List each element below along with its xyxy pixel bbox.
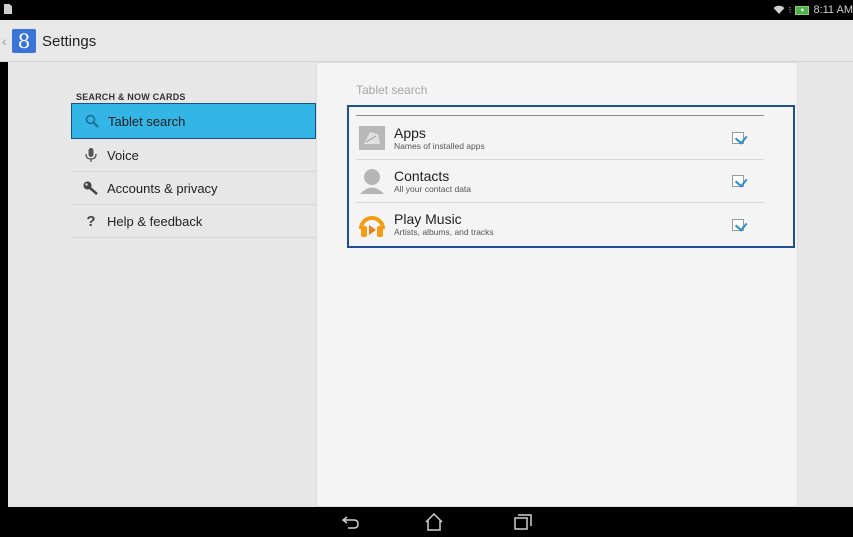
tablet-search-pane: Tablet search Apps Names of installed ap…	[316, 62, 798, 507]
status-bar: ⁝ 8:11 AM	[0, 0, 853, 20]
status-icons: ⁝ 8:11 AM	[773, 2, 853, 18]
recents-icon[interactable]	[511, 512, 535, 532]
source-description: Names of installed apps	[394, 140, 485, 151]
nav-item-label: Help & feedback	[107, 213, 203, 229]
play-music-icon	[359, 215, 385, 237]
action-bar: ‹ 8 Settings	[0, 20, 853, 62]
contacts-checkbox[interactable]	[732, 175, 744, 187]
source-name: Contacts	[394, 167, 450, 184]
settings-nav-list: Tablet search Voice Accounts & privacy ?…	[71, 103, 316, 238]
source-row-contacts[interactable]: Contacts All your contact data	[356, 160, 764, 203]
source-name: Play Music	[394, 211, 462, 227]
section-header: SEARCH & NOW CARDS	[76, 92, 186, 102]
pane-title: Tablet search	[356, 83, 428, 97]
microphone-icon	[81, 147, 101, 163]
search-icon	[82, 114, 102, 128]
source-name: Apps	[394, 124, 426, 141]
nav-item-accounts-privacy[interactable]: Accounts & privacy	[71, 172, 316, 205]
action-bar-title: Settings	[42, 33, 97, 50]
google-search-app-icon[interactable]: 8	[12, 29, 36, 53]
wifi-icon	[773, 5, 785, 14]
apps-checkbox[interactable]	[732, 132, 744, 144]
content-area: SEARCH & NOW CARDS Tablet search Voice A…	[8, 62, 853, 507]
nav-item-tablet-search[interactable]: Tablet search	[71, 103, 316, 139]
source-description: Artists, albums, and tracks	[394, 227, 494, 237]
source-row-play-music[interactable]: Play Music Artists, albums, and tracks	[356, 203, 764, 246]
nav-item-label: Tablet search	[108, 113, 186, 129]
contact-icon	[360, 169, 384, 194]
question-icon: ?	[86, 212, 96, 230]
divider	[356, 115, 764, 116]
clock: 8:11 AM	[813, 4, 853, 16]
search-sources-list: Apps Names of installed apps Contacts Al…	[347, 105, 795, 248]
nav-item-voice[interactable]: Voice	[71, 139, 316, 172]
home-icon[interactable]	[422, 512, 446, 532]
up-chevron-icon[interactable]: ‹	[2, 34, 10, 48]
play-music-checkbox[interactable]	[732, 218, 744, 231]
settings-headers-pane: SEARCH & NOW CARDS Tablet search Voice A…	[8, 62, 316, 507]
nav-item-label: Accounts & privacy	[107, 180, 218, 196]
sd-card-icon	[4, 4, 12, 14]
signal-dots-icon: ⁝	[788, 4, 792, 15]
source-description: All your contact data	[394, 183, 472, 194]
back-icon[interactable]	[339, 512, 363, 532]
nav-item-help-feedback[interactable]: ? Help & feedback	[71, 205, 316, 238]
source-row-apps[interactable]: Apps Names of installed apps	[356, 117, 764, 160]
nav-item-label: Voice	[107, 147, 139, 163]
battery-charging-icon	[795, 5, 810, 15]
apps-icon	[359, 126, 385, 150]
navigation-bar	[0, 507, 853, 537]
right-margin	[798, 62, 853, 507]
key-icon	[81, 181, 101, 195]
